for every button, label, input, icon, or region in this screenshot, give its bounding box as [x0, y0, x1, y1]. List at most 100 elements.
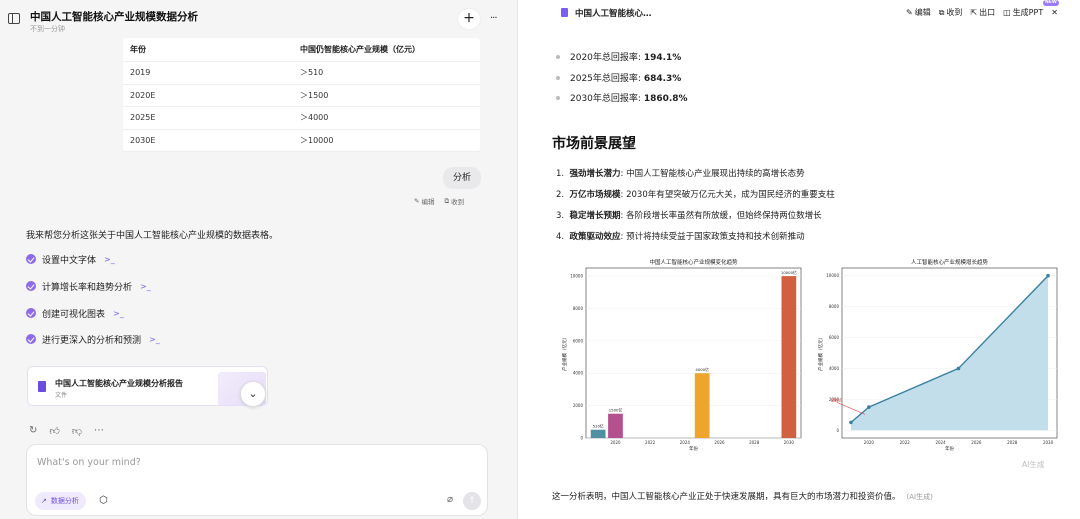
chart-icon: ↗ — [41, 497, 47, 505]
copy-icon: ⧉ — [938, 7, 945, 17]
table-cell: 2030E — [130, 135, 156, 145]
edit-label: 编辑 — [421, 198, 435, 206]
x-tick-label: 2028 — [749, 440, 760, 445]
pencil-icon: ✎ — [906, 8, 913, 17]
y-tick-label: 2000 — [573, 403, 584, 408]
document-title: 中国人工智能核心… — [575, 9, 652, 19]
ai-generated-tag: AI生成 — [1022, 460, 1045, 469]
table-cell: ＞510 — [300, 68, 324, 78]
bar — [608, 413, 623, 438]
return-label: 2020年总回报率: — [570, 53, 641, 63]
conclusion-text: 这一分析表明，中国人工智能核心产业正处于快速发展期，具有巨大的市场潜力和投资价值… — [552, 490, 933, 502]
message-input[interactable]: What's on your mind? — [37, 457, 141, 468]
bar — [694, 373, 710, 438]
chat-timestamp: 不到一分钟 — [30, 25, 65, 33]
chat-panel: 中国人工智能核心产业规模数据分析 不到一分钟 + ··· 年份 中国仍智能核心产… — [0, 0, 518, 519]
y-tick-label: 6000 — [829, 335, 840, 340]
step-item[interactable]: 设置中文字体 >_ — [26, 252, 115, 266]
thumbs-down-icon[interactable]: 👎︎ — [72, 425, 82, 437]
message-composer[interactable]: What's on your mind? ↗ 数据分析 ⬡ ⌀ ↑ — [26, 444, 488, 516]
x-tick-label: 2022 — [900, 440, 911, 445]
step-item[interactable]: 进行更深入的分析和预测 >_ — [26, 332, 160, 346]
edit-doc-button[interactable]: ✎ 编辑 — [906, 7, 931, 18]
list-item: 3. 稳定增长预期: 各阶段增长率虽然有所放缓，但始终保持两位数增长 — [556, 209, 822, 221]
list-item: 2020年总回报率: 194.1% — [556, 50, 681, 63]
chevron-down-icon: ⌄ — [248, 387, 258, 400]
list-bold: 强劲增长潜力 — [569, 169, 621, 179]
thumbs-up-icon[interactable]: 👍︎ — [49, 425, 59, 437]
export-icon: ⇱ — [970, 8, 978, 17]
x-axis-label: 年份 — [945, 445, 954, 452]
send-button[interactable]: ↑ — [463, 492, 481, 510]
y-tick-label: 8000 — [829, 304, 840, 309]
file-card-title: 中国人工智能核心产业规模分析报告 — [55, 379, 183, 388]
x-tick-label: 2024 — [935, 440, 946, 445]
sidebar-toggle-icon[interactable] — [8, 13, 20, 24]
list-item: 2. 万亿市场规模: 2030年有望突破万亿元大关，成为国民经济的重要支柱 — [556, 188, 835, 200]
table-row: 2030E ＞10000 — [123, 130, 480, 152]
table-row: 2019 ＞510 — [123, 62, 480, 85]
document-icon — [561, 8, 568, 17]
new-badge: NEW — [1043, 0, 1059, 6]
check-icon — [26, 281, 36, 291]
file-card[interactable]: 中国人工智能核心产业规模分析报告 文件 — [27, 366, 268, 406]
data-point — [1046, 273, 1050, 278]
app-window: 中国人工智能核心产业规模数据分析 不到一分钟 + ··· 年份 中国仍智能核心产… — [0, 0, 1080, 519]
x-tick-label: 2020 — [610, 440, 621, 445]
table-cell: ＞1500 — [300, 90, 329, 100]
list-bold: 政策驱动效应 — [569, 232, 621, 242]
copy-icon: ⧉ — [444, 196, 450, 205]
y-tick-label: 4000 — [829, 366, 840, 371]
chip-label: 数据分析 — [50, 497, 79, 505]
scroll-down-button[interactable]: ⌄ — [240, 381, 266, 407]
collect-message-button[interactable]: ⧉ 收到 — [444, 196, 464, 207]
terminal-icon: >_ — [104, 254, 115, 264]
analysis-figure: 中国人工智能核心产业规模变化趋势 0 2000 4000 6000 8000 10000 20… — [561, 258, 1058, 452]
pencil-icon: ✎ — [414, 197, 420, 205]
table-cell: 2019 — [130, 68, 151, 78]
generate-ppt-button[interactable]: ◫ 生成PPT — [1003, 7, 1043, 18]
check-icon — [26, 334, 36, 344]
data-point — [956, 366, 961, 371]
x-tick-label: 2026 — [714, 440, 725, 445]
document-icon — [38, 381, 46, 392]
export-button[interactable]: ⇱ 出口 — [970, 7, 995, 18]
x-tick-label: 2030 — [1043, 440, 1054, 445]
message-actions: ✎ 编辑 ⧉ 收到 — [414, 196, 464, 207]
list-number: 1. — [556, 169, 565, 179]
edit-label: 编辑 — [914, 8, 931, 17]
y-axis-label: 产业规模（亿元） — [817, 335, 824, 371]
x-tick-label: 2026 — [971, 440, 982, 445]
check-icon — [26, 308, 36, 318]
terminal-icon: >_ — [140, 281, 151, 291]
more-options-icon[interactable]: ··· — [490, 9, 497, 29]
cube-icon[interactable]: ⬡ — [99, 495, 108, 506]
bullet-icon — [556, 54, 560, 59]
x-tick-label: 2020 — [864, 440, 875, 445]
data-analysis-chip[interactable]: ↗ 数据分析 — [35, 492, 86, 510]
more-icon[interactable]: ⋯ — [94, 425, 104, 437]
collect-doc-button[interactable]: ⧉ 收到 — [939, 7, 963, 18]
step-item[interactable]: 创建可视化图表 >_ — [26, 306, 124, 320]
data-point — [849, 420, 853, 425]
step-label: 设置中文字体 — [42, 255, 97, 266]
file-card-type: 文件 — [55, 392, 68, 399]
table-header-scale: 中国仍智能核心产业规模（亿元） — [300, 45, 420, 54]
ppt-label: 生成PPT — [1012, 8, 1044, 17]
edit-message-button[interactable]: ✎ 编辑 — [414, 196, 434, 206]
document-panel: 中国人工智能核心… ✎ 编辑 ⧉ 收到 ⇱ 出口 ◫ 生成PPT ✕ NEW 2020年… — [518, 0, 1080, 519]
retry-icon[interactable]: ↻ — [29, 425, 37, 437]
x-tick-label: 2030 — [784, 440, 795, 445]
terminal-icon: >_ — [149, 334, 160, 344]
new-chat-button[interactable]: + — [458, 9, 480, 29]
return-value: 684.3% — [643, 74, 682, 84]
step-item[interactable]: 计算增长率和趋势分析 >_ — [26, 279, 151, 293]
y-tick-label: 6000 — [573, 338, 584, 343]
conclusion-body: 这一分析表明，中国人工智能核心产业正处于快速发展期，具有巨大的市场潜力和投资价值… — [552, 492, 901, 502]
attach-icon[interactable]: ⌀ — [447, 494, 453, 505]
chart-title: 中国人工智能核心产业规模变化趋势 — [649, 258, 738, 266]
export-label: 出口 — [979, 8, 996, 17]
step-label: 进行更深入的分析和预测 — [42, 335, 142, 346]
user-message: 分析 — [443, 167, 482, 189]
close-icon[interactable]: ✕ — [1051, 7, 1058, 18]
